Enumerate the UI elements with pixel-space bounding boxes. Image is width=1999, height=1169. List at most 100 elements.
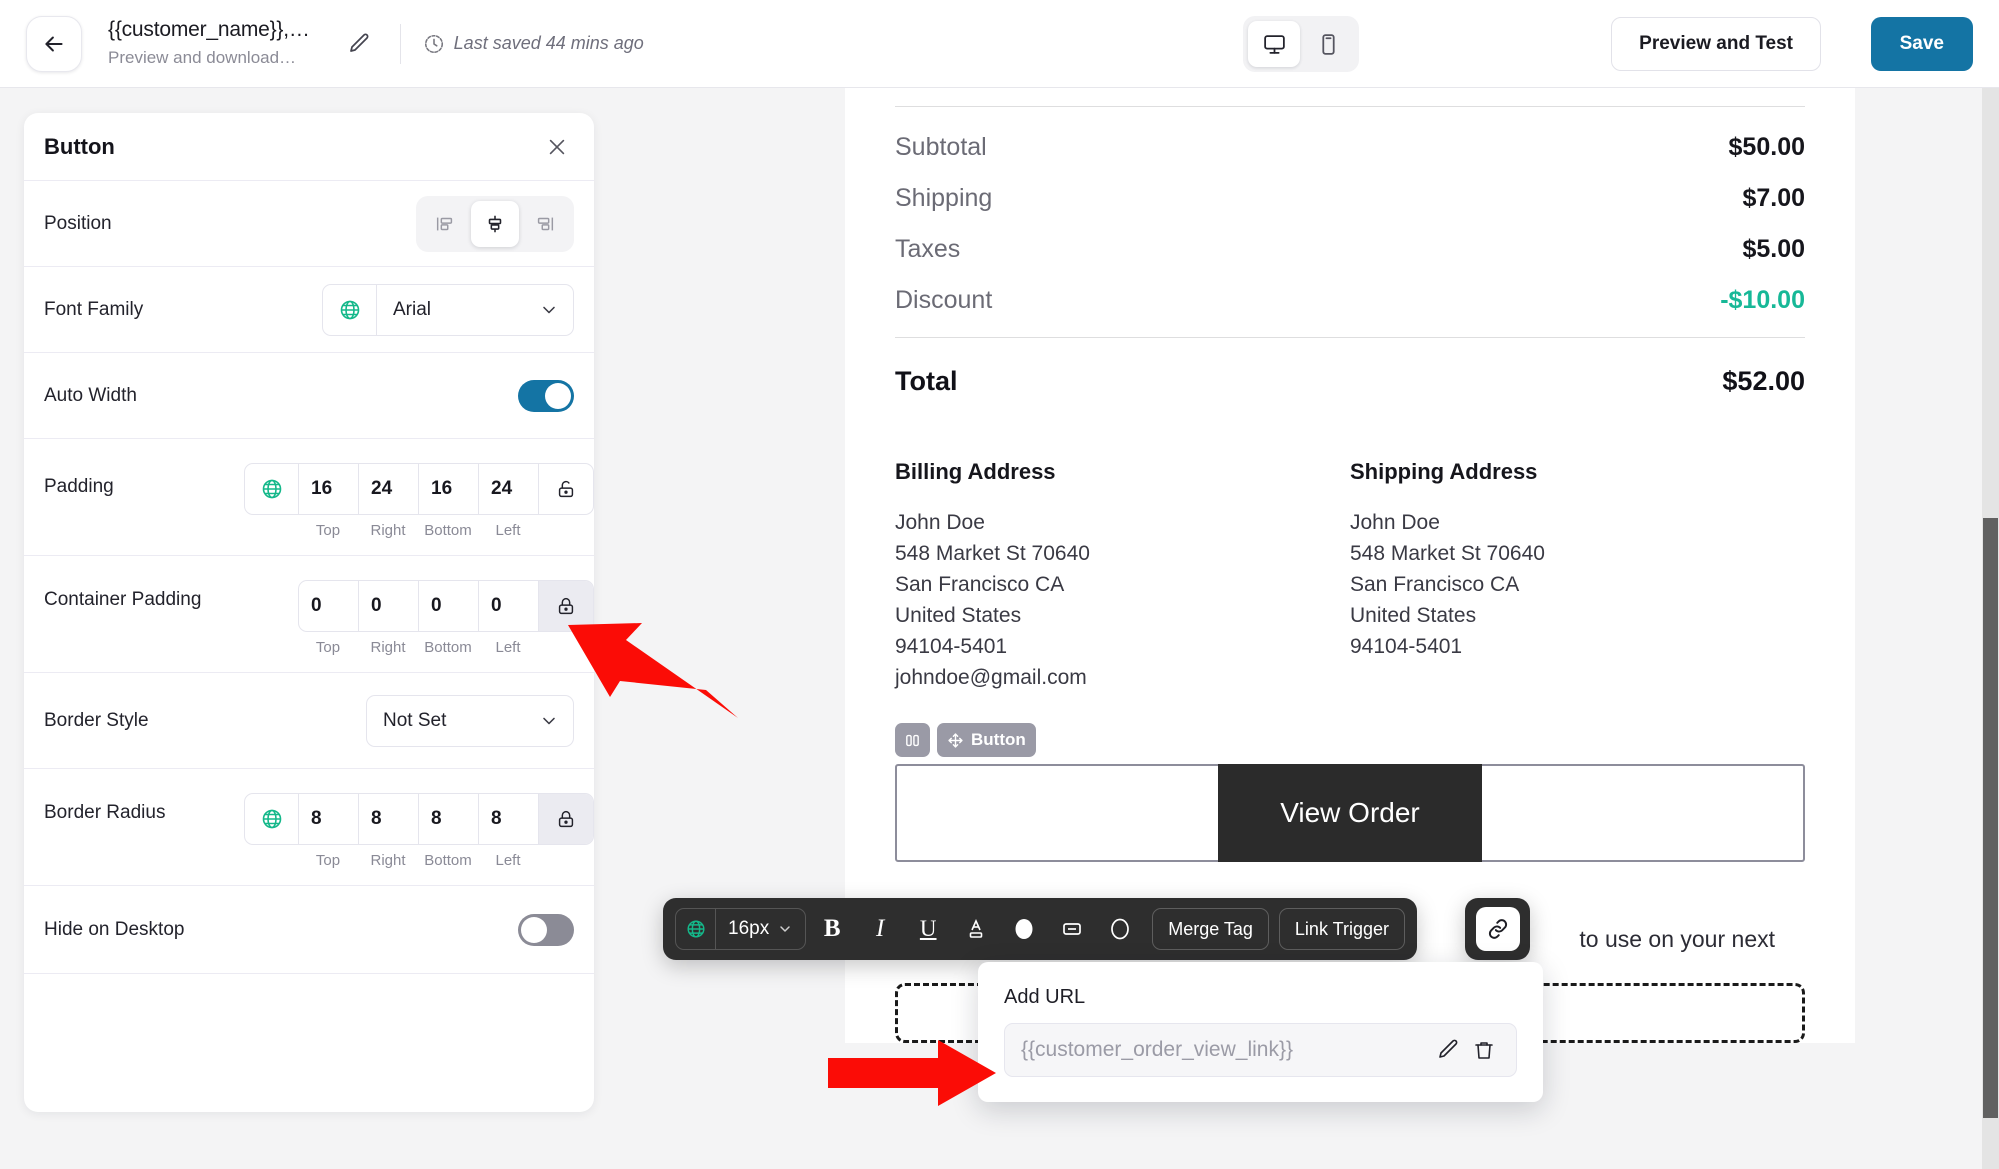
font-family-value: Arial xyxy=(393,298,432,320)
columns-handle-button[interactable] xyxy=(895,723,930,758)
billing-address-title: Billing Address xyxy=(895,459,1056,484)
url-value-field[interactable]: {{customer_order_view_link}} xyxy=(1004,1023,1517,1077)
billing-address-line: United States xyxy=(895,604,1022,628)
fill-color-button[interactable] xyxy=(1002,907,1046,951)
border-radius-responsive-button[interactable] xyxy=(245,794,299,844)
setting-row-font-family: Font Family Arial xyxy=(24,267,594,353)
unlock-icon xyxy=(558,480,574,498)
container-padding-left-input[interactable]: 0 xyxy=(479,581,539,631)
padding-left-input[interactable]: 24 xyxy=(479,464,539,514)
vertical-scrollbar-track[interactable] xyxy=(1982,88,1999,1169)
vertical-scrollbar-thumb[interactable] xyxy=(1983,518,1998,1118)
clock-icon xyxy=(424,34,443,53)
text-format-toolbar: 16px B I U Merge Tag Link Trigger xyxy=(663,898,1417,960)
total-line-item: Subtotal $50.00 xyxy=(895,133,1805,162)
shipping-address-line: John Doe xyxy=(1350,511,1440,534)
container-padding-side-label-left: Left xyxy=(495,639,521,656)
last-saved-status: Last saved 44 mins ago xyxy=(423,33,644,55)
font-size-responsive-button[interactable] xyxy=(676,909,716,949)
total-line-item: Taxes $5.00 xyxy=(895,235,1805,264)
padding-bottom-input[interactable]: 16 xyxy=(419,464,479,514)
border-button[interactable] xyxy=(1050,907,1094,951)
device-desktop-button[interactable] xyxy=(1248,21,1300,67)
container-padding-right-input[interactable]: 0 xyxy=(359,581,419,631)
container-padding-lock-button[interactable] xyxy=(539,581,593,631)
container-padding-top-input[interactable]: 0 xyxy=(299,581,359,631)
container-padding-bottom-input[interactable]: 0 xyxy=(419,581,479,631)
font-family-select[interactable]: Arial xyxy=(377,285,573,335)
link-button[interactable] xyxy=(1475,907,1520,951)
setting-row-padding: Padding 16 24 16 24 Top Right Bottom Lef… xyxy=(24,439,594,556)
hide-on-desktop-toggle[interactable] xyxy=(518,913,574,946)
border-style-select[interactable]: Not Set xyxy=(366,694,574,747)
setting-row-border-style: Border Style Not Set xyxy=(24,673,594,769)
shape-button[interactable] xyxy=(1098,907,1142,951)
button-block-container[interactable]: View Order xyxy=(895,764,1805,863)
edit-url-button[interactable] xyxy=(1430,1032,1466,1068)
padding-lock-button[interactable] xyxy=(539,464,593,514)
chevron-down-icon xyxy=(543,717,555,724)
desktop-icon xyxy=(1263,34,1285,54)
align-center-button[interactable] xyxy=(471,200,519,247)
font-family-label: Font Family xyxy=(44,298,144,320)
delete-url-button[interactable] xyxy=(1466,1032,1502,1068)
link-trigger-button[interactable]: Link Trigger xyxy=(1278,908,1405,950)
container-padding-side-label-top: Top xyxy=(315,639,341,656)
left-panel-region: Button Position Font Family Arial Auto W… xyxy=(0,88,800,1169)
border-icon xyxy=(1063,923,1082,935)
billing-address-line: 548 Market St 70640 xyxy=(895,542,1090,566)
container-padding-side-label-right: Right xyxy=(370,639,406,656)
padding-responsive-button[interactable] xyxy=(245,464,299,514)
globe-icon xyxy=(262,479,281,499)
font-family-responsive-button[interactable] xyxy=(323,284,377,335)
padding-top-input[interactable]: 16 xyxy=(299,464,359,514)
merge-tag-button[interactable]: Merge Tag xyxy=(1152,908,1269,950)
move-icon xyxy=(948,733,963,748)
auto-width-toggle[interactable] xyxy=(518,379,574,412)
shape-circle-icon xyxy=(1111,918,1130,940)
text-color-button[interactable] xyxy=(954,907,998,951)
total-line-label: Taxes xyxy=(895,235,961,263)
save-button[interactable]: Save xyxy=(1870,17,1973,71)
font-size-value: 16px xyxy=(728,918,770,939)
italic-button[interactable]: I xyxy=(858,907,902,951)
panel-title: Button xyxy=(44,133,115,159)
total-line-item: Shipping $7.00 xyxy=(895,184,1805,213)
underline-button[interactable]: U xyxy=(906,907,950,951)
border-radius-lock-button[interactable] xyxy=(539,794,593,844)
close-panel-button[interactable] xyxy=(542,132,572,162)
align-right-button[interactable] xyxy=(521,201,569,247)
lock-icon xyxy=(558,810,574,828)
text-color-icon xyxy=(969,919,983,938)
app-header: {{customer_name}},… Preview and download… xyxy=(0,0,1999,88)
align-left-button[interactable] xyxy=(421,201,469,247)
bold-button[interactable]: B xyxy=(810,907,854,951)
auto-width-label: Auto Width xyxy=(44,384,137,406)
pencil-icon xyxy=(1439,1039,1458,1058)
selected-block-badge[interactable]: Button xyxy=(937,723,1036,758)
preview-and-test-button[interactable]: Preview and Test xyxy=(1611,17,1821,71)
back-button[interactable] xyxy=(26,15,82,72)
font-size-select[interactable]: 16px xyxy=(716,909,805,949)
selected-block-label: Button xyxy=(971,730,1026,750)
border-radius-left-input[interactable]: 8 xyxy=(479,794,539,844)
globe-icon xyxy=(262,809,281,829)
link-icon xyxy=(1488,919,1507,939)
border-radius-right-input[interactable]: 8 xyxy=(359,794,419,844)
total-line-label: Discount xyxy=(895,286,993,314)
border-radius-side-label-right: Right xyxy=(370,852,406,869)
shipping-address-line: 94104-5401 xyxy=(1350,635,1463,659)
align-center-icon xyxy=(488,215,502,232)
panel-empty-space xyxy=(24,974,594,1112)
hide-on-desktop-label: Hide on Desktop xyxy=(44,918,185,940)
rename-title-button[interactable] xyxy=(344,29,374,59)
padding-control: 16 24 16 24 Top Right Bottom Left xyxy=(244,463,594,539)
padding-right-input[interactable]: 24 xyxy=(359,464,419,514)
grand-total-label: Total xyxy=(895,366,958,396)
padding-side-label-bottom: Bottom xyxy=(424,522,472,539)
view-order-button[interactable]: View Order xyxy=(1218,764,1482,863)
border-radius-label: Border Radius xyxy=(44,802,166,823)
device-mobile-button[interactable] xyxy=(1302,21,1354,67)
border-radius-bottom-input[interactable]: 8 xyxy=(419,794,479,844)
border-radius-top-input[interactable]: 8 xyxy=(299,794,359,844)
